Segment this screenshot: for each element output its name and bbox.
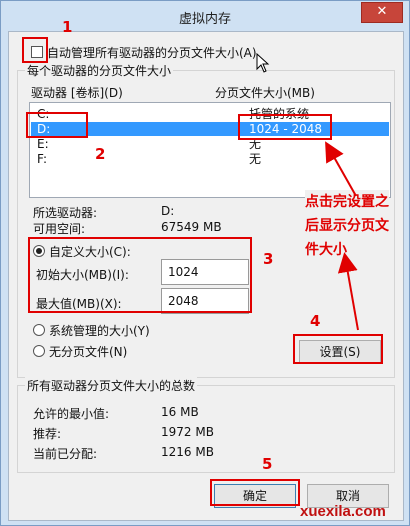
arrow-to-size bbox=[325, 141, 357, 197]
mouse-cursor-icon bbox=[256, 53, 270, 73]
watermark: xuexila.com bbox=[300, 503, 386, 520]
arrow-from-set bbox=[337, 252, 359, 331]
annotation-arrows bbox=[325, 141, 359, 331]
